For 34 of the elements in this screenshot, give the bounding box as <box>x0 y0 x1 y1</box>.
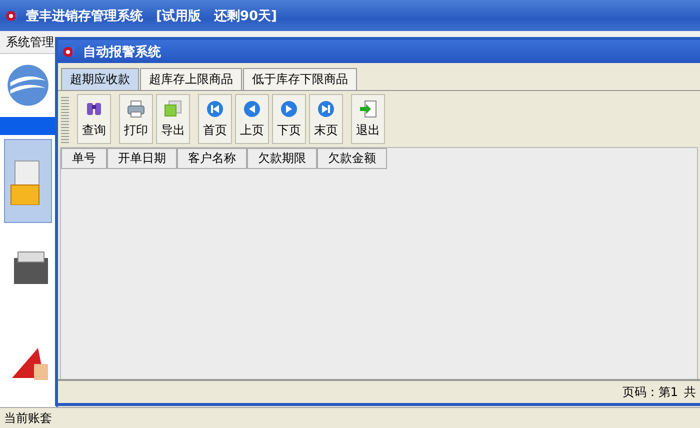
next-page-icon <box>280 100 298 118</box>
app-logo-icon <box>5 8 20 23</box>
column-header[interactable]: 欠款金额 <box>317 148 387 169</box>
column-header[interactable]: 开单日期 <box>107 148 177 169</box>
column-header[interactable]: 单号 <box>61 148 107 169</box>
printer-icon <box>127 100 145 118</box>
exit-door-icon <box>359 100 377 118</box>
tab[interactable]: 低于库存下限商品 <box>243 68 357 90</box>
menu-item[interactable]: 系统管理 <box>2 34 58 50</box>
status-text: 页码：第1 <box>622 384 678 400</box>
toolbar-grip <box>61 95 69 143</box>
tab[interactable]: 超期应收款 <box>61 68 139 90</box>
tab[interactable]: 超库存上限商品 <box>140 68 242 90</box>
export-icon <box>164 100 182 118</box>
status-text: 当前账套 <box>4 410 52 426</box>
first-page-icon <box>206 100 224 118</box>
sidebar-item[interactable] <box>4 139 52 224</box>
toolbar-button[interactable]: 首页 <box>198 94 232 144</box>
last-page-icon <box>317 100 335 118</box>
toolbar-button[interactable]: 打印 <box>119 94 153 144</box>
sidebar-band <box>0 116 56 136</box>
window-title: 壹丰进销存管理系统 [试用版 还剩90天] <box>26 8 277 24</box>
column-header[interactable]: 欠款期限 <box>247 148 317 169</box>
app-logo-icon <box>62 44 77 59</box>
toolbar-button[interactable]: 查询 <box>77 94 111 144</box>
toolbar-button[interactable]: 退出 <box>351 94 385 144</box>
previous-page-icon <box>243 100 261 118</box>
column-header[interactable]: 客户名称 <box>177 148 247 169</box>
toolbar-button[interactable]: 导出 <box>156 94 190 144</box>
child-window-title: 自动报警系统 <box>83 44 161 60</box>
toolbar-button[interactable]: 末页 <box>309 94 343 144</box>
status-text: 共 <box>684 384 696 400</box>
toolbar-button[interactable]: 上页 <box>235 94 269 144</box>
toolbar-button[interactable]: 下页 <box>272 94 306 144</box>
